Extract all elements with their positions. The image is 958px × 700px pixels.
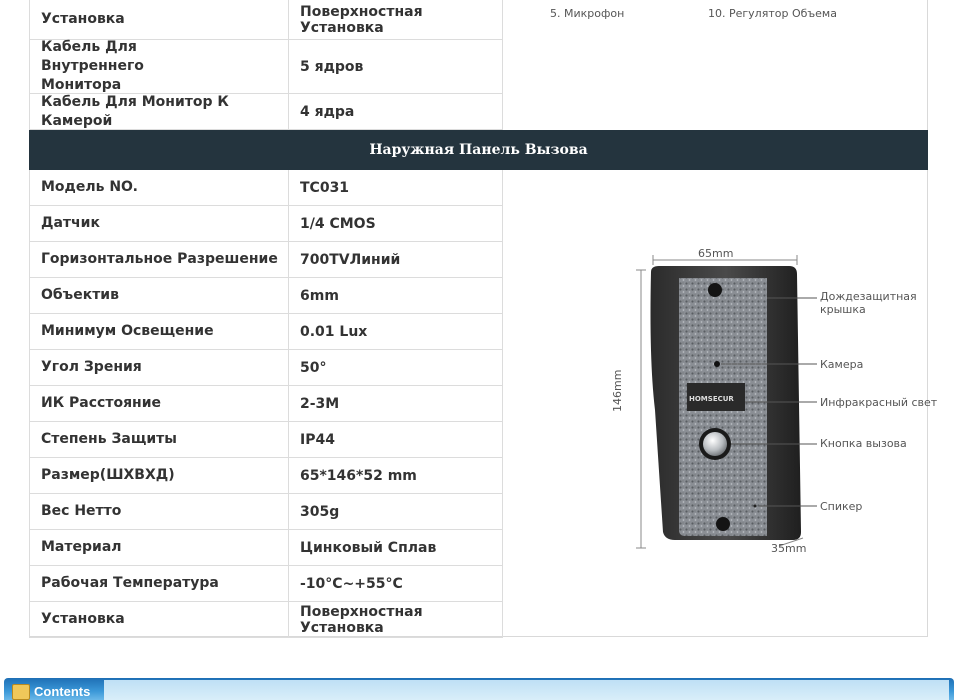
spec-key: ИК Расстояние <box>29 386 289 421</box>
spec-key: Объектив <box>29 278 289 313</box>
folder-icon <box>12 684 30 700</box>
spec-key: Степень Защиты <box>29 422 289 457</box>
spec-key: Материал <box>29 530 289 565</box>
callout-call-button: Кнопка вызова <box>820 437 907 450</box>
table-row: Размер(ШХВХД) 65*146*52 mm <box>29 458 503 494</box>
dimension-depth: 35mm <box>771 542 807 555</box>
spec-value: IP44 <box>289 422 503 457</box>
spec-value: 700TVЛиний <box>289 242 503 277</box>
spec-key: Угол Зрения <box>29 350 289 385</box>
main-spec-table: Модель NO. TC031 Датчик 1/4 CMOS Горизонта… <box>29 170 503 638</box>
table-row: Степень Защиты IP44 <box>29 422 503 458</box>
spec-key: Кабель Для Внутреннего Монитора <box>29 39 289 93</box>
table-row: Установка Поверхностная Установка <box>29 602 503 638</box>
table-row: Объектив 6mm <box>29 278 503 314</box>
spec-key: Установка <box>29 602 289 637</box>
table-row: Вес Нетто 305g <box>29 494 503 530</box>
spec-value: -10°C~+55°C <box>289 566 503 601</box>
table-row: Модель NO. TC031 <box>29 170 503 206</box>
table-row: Кабель Для Монитор К Камерой 4 ядра <box>29 94 503 130</box>
top-spec-table: Установка Поверхностная Установка Кабель… <box>29 0 503 130</box>
spec-value: 4 ядра <box>289 94 503 129</box>
spec-value: 0.01 Lux <box>289 314 503 349</box>
spec-value: TC031 <box>289 170 503 205</box>
table-row: ИК Расстояние 2-3M <box>29 386 503 422</box>
spec-key: Вес Нетто <box>29 494 289 529</box>
spec-key: Установка <box>29 0 289 39</box>
spec-value: 65*146*52 mm <box>289 458 503 493</box>
table-row: Рабочая Температура -10°C~+55°C <box>29 566 503 602</box>
spec-value: 5 ядров <box>289 40 503 93</box>
spec-key: Размер(ШХВХД) <box>29 458 289 493</box>
spec-key: Модель NO. <box>29 170 289 205</box>
section-title: Наружная Панель Вызова <box>29 130 928 170</box>
callout-rain-cover: Дождезащитная крышка <box>820 290 917 316</box>
spec-key: Рабочая Температура <box>29 566 289 601</box>
note-volume: 10. Регулятор Объема <box>708 7 837 20</box>
dimension-width: 65mm <box>698 247 734 260</box>
spec-value: 50° <box>289 350 503 385</box>
spec-key: Горизонтальное Разрешение <box>29 242 289 277</box>
dimension-height: 146mm <box>611 369 624 412</box>
callout-camera: Камера <box>820 358 864 371</box>
spec-value: Поверхностная Установка <box>289 0 503 39</box>
table-row: Материал Цинковый Сплав <box>29 530 503 566</box>
callout-infrared: Инфракрасный свет <box>820 396 938 409</box>
spec-value: 1/4 CMOS <box>289 206 503 241</box>
spec-value: 6mm <box>289 278 503 313</box>
note-microphone: 5. Микрофон <box>550 7 625 20</box>
table-row: Минимум Освещение 0.01 Lux <box>29 314 503 350</box>
table-row: Датчик 1/4 CMOS <box>29 206 503 242</box>
spec-key: Датчик <box>29 206 289 241</box>
contents-bar-fill <box>104 680 949 700</box>
table-row: Угол Зрения 50° <box>29 350 503 386</box>
table-row: Кабель Для Внутреннего Монитора 5 ядров <box>29 39 503 94</box>
callout-speaker: Спикер <box>820 500 863 513</box>
spec-value: Цинковый Сплав <box>289 530 503 565</box>
spec-value: Поверхностная Установка <box>289 602 503 637</box>
spec-key: Минимум Освещение <box>29 314 289 349</box>
spec-key: Кабель Для Монитор К Камерой <box>29 94 289 129</box>
table-row: Установка Поверхностная Установка <box>29 0 503 40</box>
spec-sheet: Установка Поверхностная Установка Кабель… <box>29 0 937 638</box>
spec-value: 305g <box>289 494 503 529</box>
door-panel-diagram: 65mm 146mm 35mm HOMSECUR Дождезащитная к… <box>589 240 949 570</box>
table-row: Горизонтальное Разрешение 700TVЛиний <box>29 242 503 278</box>
contents-title: Contents <box>34 684 91 699</box>
spec-value: 2-3M <box>289 386 503 421</box>
brand-label: HOMSECUR <box>689 395 734 403</box>
